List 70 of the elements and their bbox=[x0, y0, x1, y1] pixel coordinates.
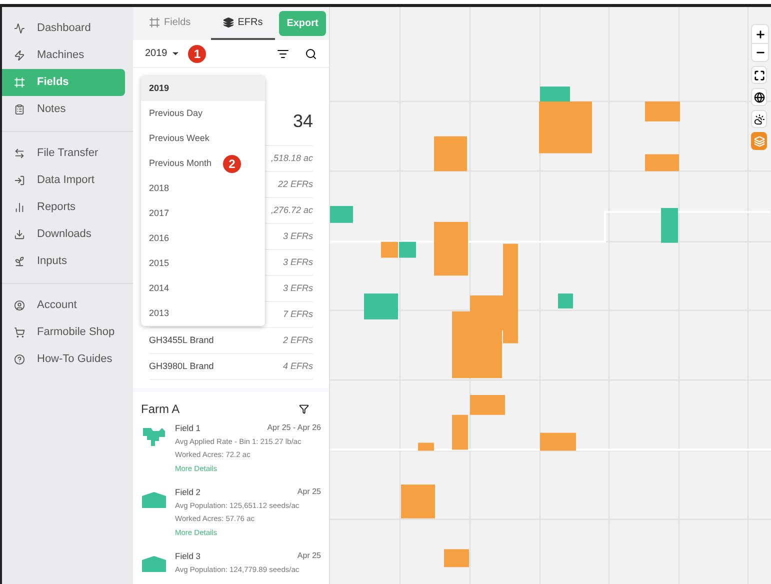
sidebar-item[interactable]: File Transfer bbox=[2, 140, 125, 167]
efr-total: 22 EFRs bbox=[278, 178, 313, 191]
frame-icon bbox=[149, 17, 160, 28]
field-name: Field 3 bbox=[175, 550, 201, 563]
fullscreen-icon bbox=[754, 70, 764, 80]
download-icon bbox=[14, 229, 25, 240]
acres-value: ,276.72 ac bbox=[270, 204, 313, 217]
sidebar-item[interactable]: Farmobile Shop bbox=[2, 319, 125, 346]
field-date: Apr 25 bbox=[297, 486, 321, 498]
efr-total: 7 EFRs bbox=[282, 308, 313, 321]
globe-button[interactable] bbox=[751, 88, 767, 106]
help-icon bbox=[14, 354, 25, 365]
menu-option[interactable]: 2013 bbox=[141, 301, 265, 326]
clipboard-icon bbox=[14, 104, 25, 115]
frame-icon bbox=[14, 77, 25, 88]
menu-option[interactable]: 2018 bbox=[141, 176, 265, 201]
weather-button[interactable] bbox=[751, 110, 767, 128]
efr-total: 3 EFRs bbox=[282, 256, 313, 269]
sidebar-item[interactable]: Reports bbox=[2, 194, 125, 221]
layers-icon bbox=[222, 17, 234, 28]
fullscreen-button[interactable] bbox=[751, 66, 767, 84]
plus-icon bbox=[754, 28, 766, 40]
globe-icon bbox=[754, 92, 764, 102]
field-name: Field 1 bbox=[175, 422, 201, 435]
field-name: Field 2 bbox=[175, 486, 201, 499]
menu-option[interactable]: 2015 bbox=[141, 251, 265, 276]
tab[interactable]: Fields bbox=[141, 7, 199, 40]
sort-icon[interactable] bbox=[299, 404, 309, 414]
cart-icon bbox=[14, 327, 25, 338]
farm-title: Farm A bbox=[141, 401, 180, 418]
menu-option[interactable]: 2014 bbox=[141, 276, 265, 301]
menu-option[interactable]: Previous Week bbox=[141, 126, 265, 151]
arrows-icon bbox=[14, 148, 25, 159]
sidebar-item[interactable]: Data Import bbox=[2, 167, 125, 194]
search-icon[interactable] bbox=[305, 48, 317, 60]
menu-option[interactable]: Previous Month 2 bbox=[141, 151, 265, 176]
filter-icon[interactable] bbox=[277, 48, 289, 60]
efr-total: 2 EFRs bbox=[282, 334, 313, 347]
sidebar-item[interactable]: Account bbox=[2, 292, 125, 319]
menu-option[interactable]: 2016 bbox=[141, 226, 265, 251]
user-icon bbox=[14, 300, 25, 311]
brand-label: GH3980L Brand bbox=[149, 360, 214, 373]
weather-icon bbox=[754, 114, 764, 124]
efr-total: 3 EFRs bbox=[282, 282, 313, 295]
menu-option[interactable]: 2017 bbox=[141, 201, 265, 226]
import-icon bbox=[14, 175, 25, 186]
year-dropdown[interactable]: 2019 bbox=[145, 46, 180, 62]
annotation-marker: 1 bbox=[188, 44, 206, 63]
efr-count: 34 bbox=[292, 110, 313, 133]
field-date: Apr 25 - Apr 26 bbox=[267, 422, 321, 434]
field-date: Apr 25 bbox=[297, 550, 321, 562]
annotation-marker: 2 bbox=[223, 154, 241, 172]
field-shape-icon bbox=[141, 426, 167, 448]
bar-chart-icon bbox=[14, 202, 25, 213]
menu-option[interactable]: 2019 bbox=[141, 76, 265, 101]
sidebar-item[interactable]: Notes bbox=[2, 96, 125, 123]
sidebar-item[interactable]: Machines bbox=[2, 42, 125, 69]
brand-label: GH3455L Brand bbox=[149, 334, 214, 347]
efr-total: 3 EFRs bbox=[282, 230, 313, 243]
bolt-icon bbox=[14, 50, 25, 61]
sidebar-item[interactable]: Inputs bbox=[2, 248, 125, 275]
acres-value: ,518.18 ac bbox=[270, 152, 313, 165]
layers-icon bbox=[754, 136, 764, 146]
efr-total: 4 EFRs bbox=[282, 360, 313, 373]
sidebar-item[interactable]: Dashboard bbox=[2, 15, 125, 42]
sprout-icon bbox=[14, 256, 25, 267]
pulse-icon bbox=[14, 23, 25, 34]
sidebar-item[interactable]: Downloads bbox=[2, 221, 125, 248]
menu-option[interactable]: Previous Day bbox=[141, 101, 265, 126]
sidebar-item[interactable]: How-To Guides bbox=[2, 346, 125, 373]
